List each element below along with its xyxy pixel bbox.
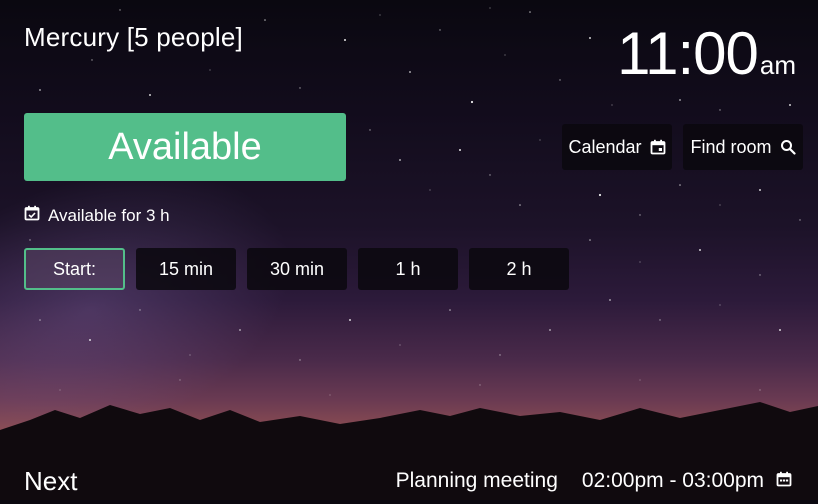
room-name: Mercury: [24, 22, 120, 52]
quick-book-row: Start: 15 min 30 min 1 h 2 h: [24, 248, 569, 290]
next-meeting-title: Planning meeting: [395, 469, 558, 492]
next-meeting-time: 02:00pm - 03:00pm: [581, 469, 764, 492]
calendar-check-icon: [24, 205, 40, 226]
next-label: Next: [24, 466, 78, 496]
duration-1-h-button[interactable]: 1 h: [358, 248, 458, 290]
search-icon: [780, 139, 796, 155]
calendar-icon: [650, 139, 666, 155]
room-title: Mercury [5 people]: [24, 22, 243, 53]
calendar-button-label: Calendar: [568, 136, 642, 157]
clock: 11:00 am: [617, 22, 796, 86]
start-button[interactable]: Start:: [24, 248, 125, 290]
availability-duration-text: Available for 3 h: [48, 205, 170, 225]
availability-status-button[interactable]: Available: [24, 113, 346, 181]
find-room-button[interactable]: Find room: [683, 124, 803, 170]
room-capacity: [5 people]: [126, 22, 243, 52]
clock-ampm: am: [759, 50, 796, 80]
calendar-icon: [776, 469, 792, 493]
next-meeting[interactable]: Planning meeting 02:00pm - 03:00pm: [396, 469, 792, 493]
duration-30-min-button[interactable]: 30 min: [247, 248, 347, 290]
calendar-button[interactable]: Calendar: [562, 124, 672, 170]
availability-duration: Available for 3 h: [24, 205, 170, 226]
duration-2-h-button[interactable]: 2 h: [469, 248, 569, 290]
duration-15-min-button[interactable]: 15 min: [136, 248, 236, 290]
clock-time: 11:00: [617, 20, 759, 87]
find-room-button-label: Find room: [690, 136, 772, 157]
